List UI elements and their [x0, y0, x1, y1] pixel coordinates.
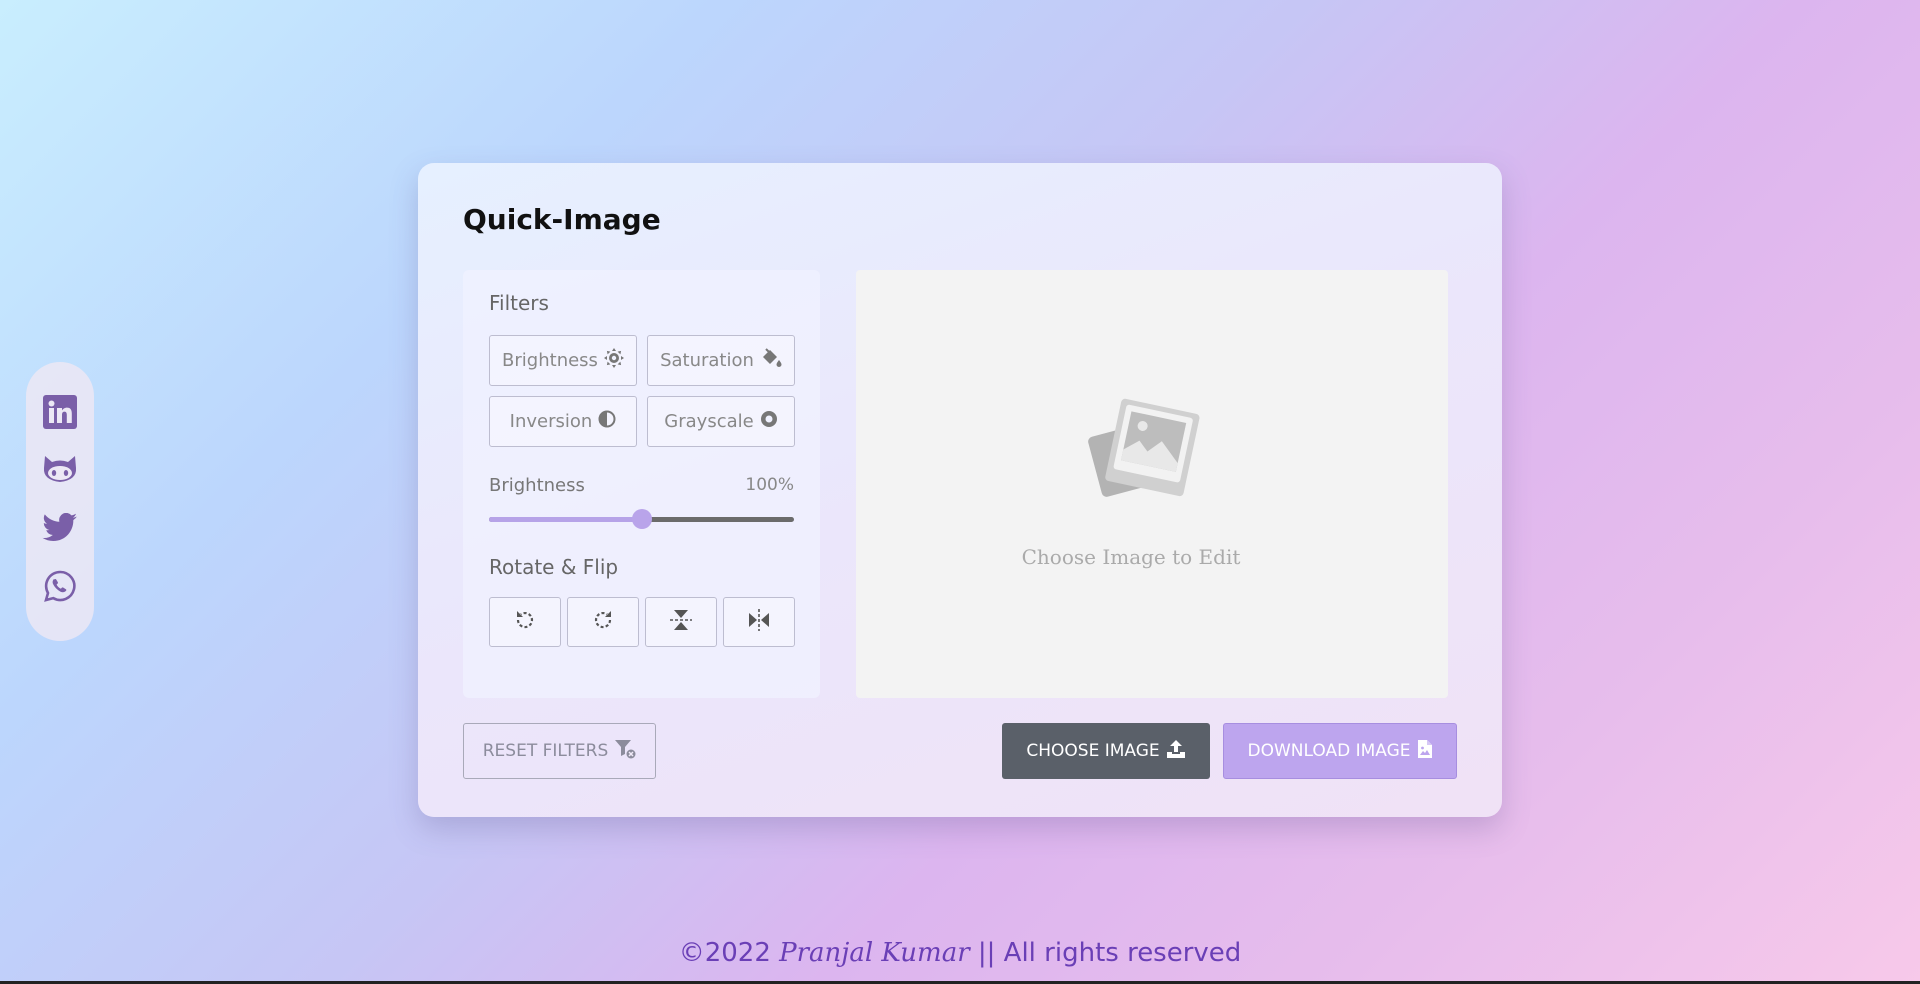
- choose-image-button[interactable]: CHOOSE IMAGE: [1002, 723, 1210, 779]
- download-image-button[interactable]: DOWNLOAD IMAGE: [1223, 723, 1457, 779]
- preview-placeholder-text: Choose Image to Edit: [1021, 545, 1241, 569]
- filter-inversion-button[interactable]: Inversion: [489, 396, 637, 447]
- paint-bucket-icon: [760, 348, 782, 373]
- whatsapp-icon[interactable]: [42, 568, 78, 604]
- twitter-icon[interactable]: [42, 510, 78, 546]
- filter-brightness-button[interactable]: Brightness: [489, 335, 637, 386]
- page-title: Quick-Image: [463, 203, 661, 236]
- editor-card: Quick-Image Filters Brightness Saturatio…: [418, 163, 1502, 817]
- slider-label: Brightness: [489, 475, 585, 496]
- flip-vertical-icon: [669, 608, 693, 636]
- reset-filters-button[interactable]: RESET FILTERS: [463, 723, 656, 779]
- footer: ©2022 Pranjal Kumar || All rights reserv…: [0, 938, 1920, 968]
- rotate-right-button[interactable]: [567, 597, 639, 647]
- filter-grayscale-button[interactable]: Grayscale: [647, 396, 795, 447]
- filter-brightness-label: Brightness: [502, 350, 598, 371]
- image-placeholder-icon: [1086, 395, 1202, 509]
- rotate-left-icon: [513, 608, 537, 636]
- flip-horizontal-button[interactable]: [723, 597, 795, 647]
- rotate-heading: Rotate & Flip: [489, 555, 619, 579]
- half-circle-icon: [598, 410, 616, 433]
- file-image-icon: [1417, 739, 1433, 764]
- flip-horizontal-icon: [747, 608, 771, 636]
- github-icon[interactable]: [42, 452, 78, 488]
- brightness-slider[interactable]: [489, 509, 794, 529]
- filter-grayscale-label: Grayscale: [664, 411, 754, 432]
- filter-saturation-label: Saturation: [660, 350, 754, 371]
- filters-heading: Filters: [489, 291, 549, 315]
- slider-value: 100%: [745, 475, 794, 495]
- image-preview-area: Choose Image to Edit: [856, 270, 1448, 698]
- choose-image-label: CHOOSE IMAGE: [1026, 741, 1160, 761]
- flip-vertical-button[interactable]: [645, 597, 717, 647]
- linkedin-icon[interactable]: [42, 394, 78, 430]
- filter-clear-icon: [614, 739, 636, 764]
- reset-filters-label: RESET FILTERS: [482, 741, 609, 761]
- footer-author: Pranjal Kumar: [779, 938, 970, 968]
- footer-suffix: || All rights reserved: [969, 938, 1242, 968]
- footer-prefix: ©2022: [678, 938, 780, 968]
- filter-saturation-button[interactable]: Saturation: [647, 335, 795, 386]
- filter-inversion-label: Inversion: [509, 411, 593, 432]
- slider-thumb[interactable]: [631, 509, 652, 529]
- upload-icon: [1166, 739, 1186, 764]
- dot-circle-icon: [760, 410, 778, 433]
- controls-panel: Filters Brightness Saturation Inversion …: [463, 270, 820, 698]
- download-image-label: DOWNLOAD IMAGE: [1247, 741, 1411, 761]
- rotate-left-button[interactable]: [489, 597, 561, 647]
- rotate-right-icon: [591, 608, 615, 636]
- slider-fill: [489, 517, 642, 522]
- sun-gear-icon: [603, 348, 624, 373]
- social-sidebar: [26, 362, 94, 641]
